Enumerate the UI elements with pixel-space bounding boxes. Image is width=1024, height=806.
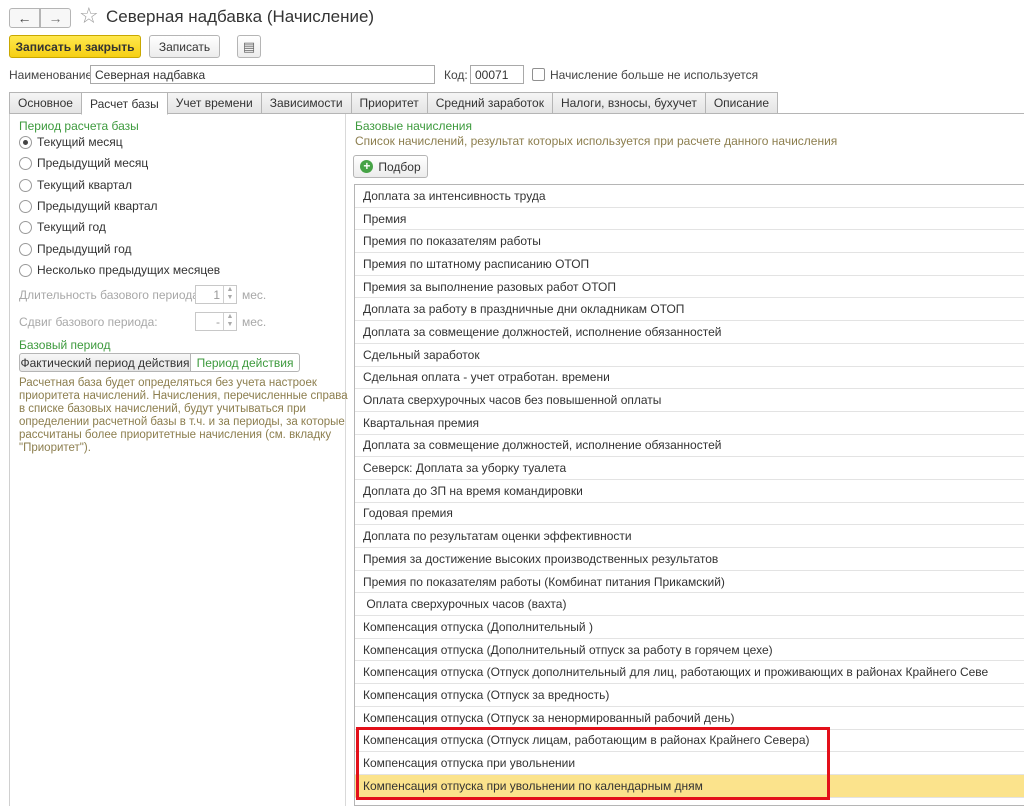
- spin-arrows-icon[interactable]: ▲ ▼: [223, 313, 236, 330]
- list-item[interactable]: Оплата сверхурочных часов без повышенной…: [355, 389, 1024, 412]
- list-item[interactable]: Премия за выполнение разовых работ ОТОП: [355, 276, 1024, 299]
- list-item[interactable]: Оплата сверхурочных часов (вахта): [355, 593, 1024, 617]
- base-period-note: Расчетная база будет определяться без уч…: [19, 377, 348, 454]
- radio-label: Текущий квартал: [37, 178, 132, 192]
- name-label: Наименование:: [9, 68, 96, 82]
- list-item[interactable]: Доплата за работу в праздничные дни окла…: [355, 298, 1024, 322]
- list-item[interactable]: Компенсация отпуска (Отпуск дополнительн…: [355, 661, 1024, 685]
- tab-time-accounting[interactable]: Учет времени: [166, 92, 262, 114]
- radio-selected-icon[interactable]: [19, 135, 32, 149]
- radio-current-quarter[interactable]: Текущий квартал: [19, 177, 132, 193]
- list-item[interactable]: Премия по показателям работы: [355, 230, 1024, 254]
- radio-previous-year[interactable]: Предыдущий год: [19, 241, 131, 257]
- list-icon: ▤: [242, 38, 256, 54]
- pick-button[interactable]: + Подбор: [353, 155, 428, 178]
- tab-main[interactable]: Основное: [9, 92, 82, 114]
- save-and-close-button[interactable]: Записать и закрыть: [9, 35, 141, 58]
- actual-period-toggle[interactable]: Фактический период действия: [19, 353, 191, 372]
- list-item[interactable]: Доплата за совмещение должностей, исполн…: [355, 435, 1024, 458]
- list-item[interactable]: Сдельный заработок: [355, 344, 1024, 367]
- tab-bar: Основное Расчет базы Учет времени Зависи…: [9, 92, 779, 115]
- list-item[interactable]: Премия по штатному расписанию ОТОП: [355, 253, 1024, 276]
- panel-border: [9, 114, 10, 806]
- base-period-title: Базовый период: [19, 338, 111, 352]
- annotation-highlight-box: [356, 727, 830, 800]
- tab-priority[interactable]: Приоритет: [350, 92, 428, 114]
- radio-current-month[interactable]: Текущий месяц: [19, 134, 123, 150]
- radio-icon[interactable]: [19, 242, 32, 256]
- radio-label: Несколько предыдущих месяцев: [37, 263, 221, 277]
- list-item[interactable]: Премия: [355, 208, 1024, 231]
- list-item[interactable]: Сдельная оплата - учет отработан. времен…: [355, 367, 1024, 390]
- radio-label: Предыдущий год: [37, 242, 132, 256]
- add-icon: +: [360, 160, 374, 173]
- radio-previous-month[interactable]: Предыдущий месяц: [19, 155, 148, 171]
- pick-label: Подбор: [378, 159, 421, 174]
- list-item[interactable]: Компенсация отпуска (Дополнительный отпу…: [355, 639, 1024, 662]
- radio-current-year[interactable]: Текущий год: [19, 219, 106, 235]
- list-item[interactable]: Компенсация отпуска (Отпуск за вредность…: [355, 684, 1024, 707]
- radio-icon[interactable]: [19, 199, 32, 213]
- shift-stepper[interactable]: - ▲ ▼: [195, 312, 237, 331]
- radio-icon[interactable]: [19, 263, 32, 277]
- radio-several-months[interactable]: Несколько предыдущих месяцев: [19, 262, 220, 278]
- list-item[interactable]: Доплата за интенсивность труда: [355, 185, 1024, 208]
- save-button[interactable]: Записать: [149, 35, 220, 58]
- panel-divider: [345, 114, 346, 806]
- radio-label: Предыдущий квартал: [37, 199, 158, 213]
- base-accruals-title: Базовые начисления: [355, 119, 472, 133]
- spin-arrows-icon[interactable]: ▲ ▼: [223, 286, 236, 303]
- favorite-star-icon[interactable]: ☆: [79, 4, 99, 28]
- not-used-checkbox[interactable]: [532, 68, 545, 81]
- shift-unit: мес.: [242, 315, 267, 329]
- list-item[interactable]: Квартальная премия: [355, 412, 1024, 435]
- list-item[interactable]: Доплата за совмещение должностей, исполн…: [355, 321, 1024, 344]
- code-label: Код:: [444, 68, 468, 82]
- base-accruals-list[interactable]: Доплата за интенсивность труда Премия Пр…: [354, 184, 1024, 806]
- name-field[interactable]: Северная надбавка: [90, 65, 435, 84]
- list-item[interactable]: Северск: Доплата за уборку туалета: [355, 457, 1024, 480]
- tab-average-earnings[interactable]: Средний заработок: [426, 92, 553, 114]
- shift-value: -: [216, 315, 220, 329]
- tab-description[interactable]: Описание: [704, 92, 779, 114]
- duration-value: 1: [213, 288, 220, 302]
- code-field[interactable]: 00071: [470, 65, 524, 84]
- base-accruals-description: Список начислений, результат которых исп…: [355, 134, 838, 148]
- arrow-left-icon: ←: [17, 10, 32, 26]
- radio-icon[interactable]: [19, 156, 32, 170]
- duration-unit: мес.: [242, 288, 267, 302]
- list-item[interactable]: Компенсация отпуска (Дополнительный ): [355, 616, 1024, 639]
- period-group-title: Период расчета базы: [19, 119, 139, 133]
- forward-button[interactable]: →: [40, 8, 71, 28]
- radio-icon[interactable]: [19, 178, 32, 192]
- radio-icon[interactable]: [19, 220, 32, 234]
- list-item[interactable]: Годовая премия: [355, 503, 1024, 526]
- radio-previous-quarter[interactable]: Предыдущий квартал: [19, 198, 158, 214]
- not-used-label: Начисление больше не используется: [550, 68, 759, 82]
- shift-label: Сдвиг базового периода:: [19, 315, 158, 329]
- list-item[interactable]: Доплата до ЗП на время командировки: [355, 480, 1024, 503]
- duration-stepper[interactable]: 1 ▲ ▼: [195, 285, 237, 304]
- more-actions-button[interactable]: ▤: [237, 35, 261, 58]
- back-button[interactable]: ←: [9, 8, 40, 28]
- tab-dependencies[interactable]: Зависимости: [260, 92, 352, 114]
- period-toggle[interactable]: Период действия: [191, 353, 300, 372]
- list-item[interactable]: Доплата по результатам оценки эффективно…: [355, 525, 1024, 548]
- duration-label: Длительность базового периода:: [19, 288, 203, 302]
- tab-taxes[interactable]: Налоги, взносы, бухучет: [551, 92, 706, 114]
- list-item[interactable]: Премия за достижение высоких производств…: [355, 548, 1024, 571]
- radio-label: Текущий месяц: [37, 135, 123, 149]
- tab-base-calculation[interactable]: Расчет базы: [80, 92, 168, 115]
- arrow-right-icon: →: [48, 10, 63, 26]
- list-item[interactable]: Премия по показателям работы (Комбинат п…: [355, 571, 1024, 594]
- window-title: Северная надбавка (Начисление): [106, 7, 375, 26]
- radio-label: Предыдущий месяц: [37, 156, 149, 170]
- radio-label: Текущий год: [37, 220, 106, 234]
